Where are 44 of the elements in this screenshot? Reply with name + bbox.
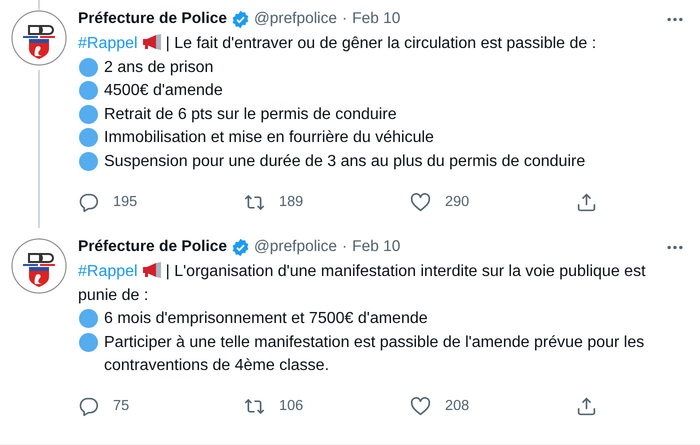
circle-icon <box>79 152 98 171</box>
tweet-date[interactable]: Feb 10 <box>352 235 400 259</box>
circle-icon <box>79 104 98 124</box>
tweet-text: #Rappel | Le fait d'entraver ou de gêner la circulation est passible de : <box>78 33 598 54</box>
avatar[interactable] <box>11 238 67 294</box>
author-name[interactable]: Préfecture de Police <box>78 7 228 31</box>
list-item-text: 4500€ d'amende <box>104 81 223 102</box>
handle[interactable]: @prefpolice <box>254 7 337 31</box>
tweet-text: #Rappel | L'organisation d'une manifestation interdite sur la voie publique est punie de : <box>78 261 647 306</box>
heart-icon[interactable] <box>410 396 431 418</box>
circle-icon <box>79 128 98 148</box>
reply-count: 195 <box>113 192 138 212</box>
author-name[interactable]: Préfecture de Police <box>78 235 228 259</box>
share-icon[interactable] <box>576 192 597 213</box>
share-icon[interactable] <box>576 396 597 418</box>
verified-badge-icon <box>231 238 250 256</box>
verified-badge-icon <box>231 10 250 28</box>
reply-count: 75 <box>113 396 130 416</box>
circle-icon <box>79 332 98 352</box>
avatar[interactable] <box>11 10 67 66</box>
list-item-text: Immobilisation et mise en fourrière du véhicule <box>104 128 434 148</box>
list-item-text: Retrait de 6 pts sur le permis de conduire <box>104 104 397 125</box>
retweet-count: 189 <box>279 192 304 212</box>
separator: · <box>342 237 348 258</box>
tweet-date[interactable]: Feb 10 <box>352 7 400 31</box>
more-icon[interactable] <box>666 16 684 22</box>
reply-icon[interactable] <box>78 192 99 213</box>
like-count: 290 <box>445 192 470 212</box>
list-item-text: Participer à une telle manifestation est passible de l'amende prévue pour les contraventions de 4ème classe. <box>104 332 646 376</box>
list-item-text: Suspension pour une durée de 3 ans au plus du permis de conduire <box>104 152 586 172</box>
separator: · <box>342 9 348 30</box>
like-count: 208 <box>445 396 470 416</box>
circle-icon <box>79 58 98 77</box>
reply-icon[interactable] <box>78 396 99 418</box>
megaphone-icon <box>142 34 162 50</box>
megaphone-icon <box>142 262 162 278</box>
heart-icon[interactable] <box>410 192 431 213</box>
list-item-text: 6 mois d'emprisonnement et 7500€ d'amende <box>104 309 428 330</box>
circle-icon <box>79 309 98 328</box>
more-icon[interactable] <box>666 244 684 250</box>
handle[interactable]: @prefpolice <box>254 235 337 259</box>
list-item-text: 2 ans de prison <box>104 58 214 78</box>
circle-icon <box>79 81 98 100</box>
retweet-count: 106 <box>279 396 304 416</box>
